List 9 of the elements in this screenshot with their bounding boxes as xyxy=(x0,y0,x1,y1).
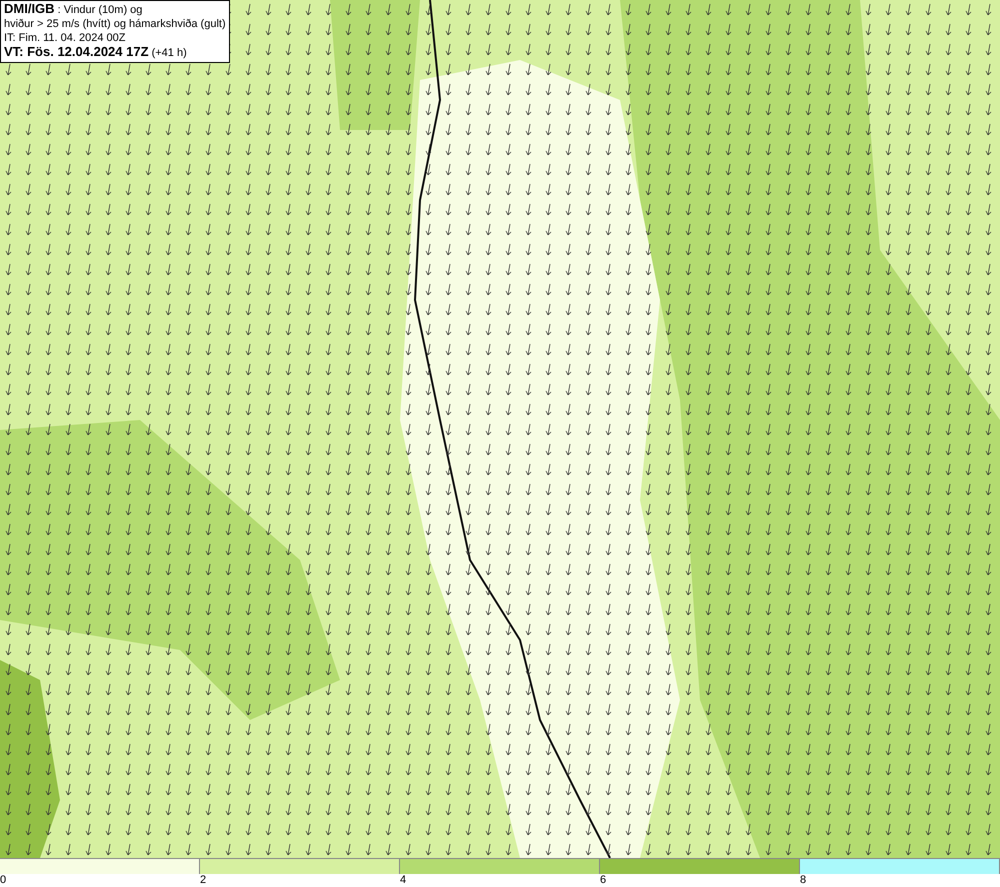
info-text: hviður > 25 m/s (hvítt) og hámarkshviða (gult) xyxy=(4,17,226,31)
info-text: IT: Fim. 11. 04. 2024 00Z xyxy=(4,31,126,45)
legend-label: 8 xyxy=(800,874,806,886)
legend-label: 6 xyxy=(600,874,606,886)
info-text: DMI/IGB : Vindur (10m) og xyxy=(4,2,144,17)
legend-label: 0 xyxy=(0,874,6,886)
legend-label: 4 xyxy=(400,874,406,886)
info-text: VT: Fös. 12.04.2024 17Z (+41 h) xyxy=(4,45,188,60)
legend-label: 2 xyxy=(200,874,206,886)
